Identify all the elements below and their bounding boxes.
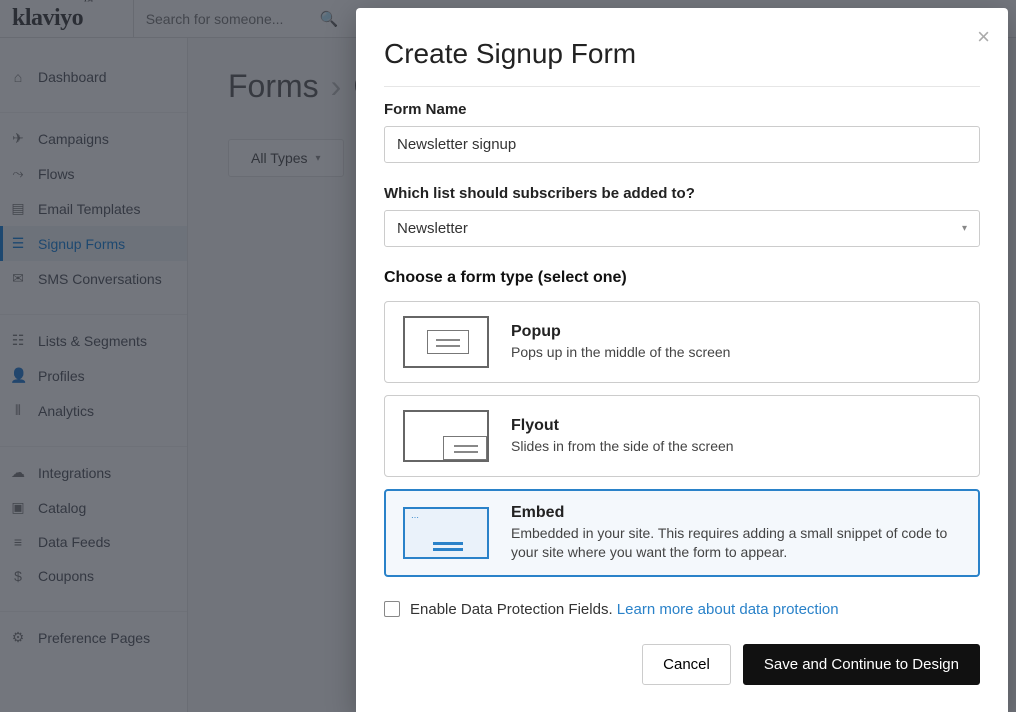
form-name-label: Form Name bbox=[384, 101, 980, 118]
formtype-label: Choose a form type (select one) bbox=[384, 269, 980, 287]
chevron-down-icon: ▾ bbox=[962, 223, 967, 234]
formtype-option-flyout[interactable]: Flyout Slides in from the side of the scr… bbox=[384, 395, 980, 477]
formtype-thumb-flyout bbox=[403, 410, 489, 462]
formtype-option-desc: Slides in from the side of the screen bbox=[511, 437, 734, 456]
save-button[interactable]: Save and Continue to Design bbox=[743, 644, 980, 685]
formtype-option-title: Flyout bbox=[511, 417, 734, 435]
cancel-button[interactable]: Cancel bbox=[642, 644, 731, 685]
list-select[interactable]: Newsletter ▾ bbox=[384, 210, 980, 247]
close-icon[interactable]: × bbox=[977, 24, 990, 50]
data-protection-row: Enable Data Protection Fields. Learn mor… bbox=[384, 601, 980, 618]
formtype-option-title: Embed bbox=[511, 504, 961, 522]
formtype-option-title: Popup bbox=[511, 323, 730, 341]
data-protection-link[interactable]: Learn more about data protection bbox=[617, 601, 839, 618]
formtype-option-desc: Embedded in your site. This requires add… bbox=[511, 524, 961, 562]
list-label: Which list should subscribers be added t… bbox=[384, 185, 980, 202]
form-name-input[interactable] bbox=[384, 126, 980, 163]
formtype-thumb-embed: ⋯ bbox=[403, 507, 489, 559]
data-protection-checkbox[interactable] bbox=[384, 601, 400, 617]
list-select-value: Newsletter bbox=[397, 220, 468, 237]
modal-footer: Cancel Save and Continue to Design bbox=[384, 618, 980, 703]
formtype-option-embed[interactable]: ⋯ Embed Embedded in your site. This requir… bbox=[384, 489, 980, 577]
modal-title: Create Signup Form bbox=[384, 38, 980, 70]
formtype-option-popup[interactable]: Popup Pops up in the middle of the screen bbox=[384, 301, 980, 383]
formtype-option-desc: Pops up in the middle of the screen bbox=[511, 343, 730, 362]
formtype-thumb-popup bbox=[403, 316, 489, 368]
divider bbox=[384, 86, 980, 87]
create-form-modal: × Create Signup Form Form Name Which lis… bbox=[356, 8, 1008, 712]
data-protection-label: Enable Data Protection Fields. bbox=[410, 601, 613, 618]
